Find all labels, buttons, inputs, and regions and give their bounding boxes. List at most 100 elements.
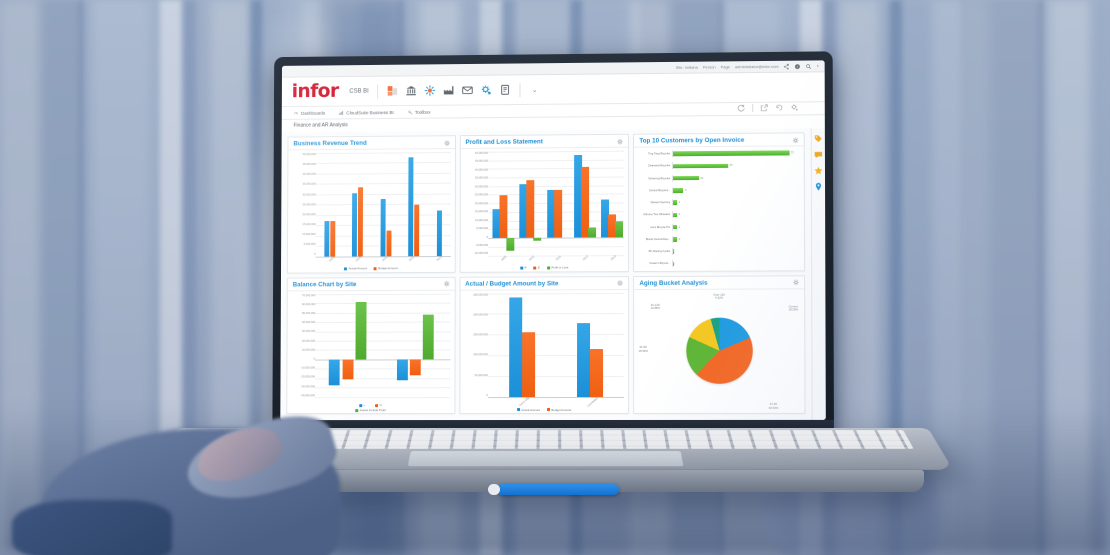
card-actual-budget-amount-by-site[interactable]: Actual / Budget Amount by Site 250,000,0… xyxy=(459,275,630,415)
gear-icon[interactable] xyxy=(617,138,623,144)
site-selector[interactable]: Site: Indiana xyxy=(676,65,698,70)
bar-row[interactable]: Schwinng Bicycles 16 xyxy=(634,173,801,182)
pin-icon[interactable] xyxy=(814,182,823,191)
comment-icon[interactable] xyxy=(814,150,823,159)
export-icon[interactable] xyxy=(760,104,768,112)
bar-row[interactable]: BC Racing Cycles xyxy=(634,247,801,256)
dashboard-grid: Business Revenue Trend 50,000,000 45,000… xyxy=(280,128,812,421)
bar-row[interactable]: Ting Tang Bicycles 73 xyxy=(634,149,801,158)
factory-icon[interactable] xyxy=(444,85,455,96)
sparkle-icon[interactable] xyxy=(425,85,436,96)
settings-icon[interactable] xyxy=(790,103,798,111)
legend-entry[interactable]: R xyxy=(519,266,527,270)
bar-row[interactable]: Ian's Bicycle Pro 2 xyxy=(634,222,801,231)
y-tick: -40,000,000 xyxy=(300,394,315,398)
plot-area xyxy=(315,152,451,258)
card-title-profit-and-loss: Profit and Loss Statement xyxy=(465,138,543,146)
gear-icon[interactable] xyxy=(793,279,799,285)
gear-icon[interactable] xyxy=(444,140,450,146)
gear-icon[interactable] xyxy=(443,281,449,287)
gear-icon[interactable] xyxy=(617,280,624,286)
bar-series-group xyxy=(488,293,625,398)
header-divider-2 xyxy=(519,82,521,97)
bar-group xyxy=(322,294,376,398)
y-tick: 25,000,000 xyxy=(302,203,316,207)
plot-area xyxy=(314,293,451,399)
y-tick: 30,000,000 xyxy=(302,193,316,197)
bar-group xyxy=(577,293,604,398)
toolbar-divider xyxy=(752,103,754,112)
legend-entry[interactable]: Actual Amount xyxy=(344,266,367,270)
legend-entry[interactable]: O xyxy=(375,403,382,407)
bar-group xyxy=(436,152,442,256)
y-axis-labels: 70,000,000 60,000,000 50,000,000 40,000,… xyxy=(289,294,316,398)
chart-legend: Actual Amount Budget Amount xyxy=(460,406,628,413)
pie-label-31-60: 31-60 43.63% xyxy=(768,401,779,410)
bar-group xyxy=(508,293,535,398)
card-business-revenue-trend[interactable]: Business Revenue Trend 50,000,000 45,000… xyxy=(286,135,456,274)
bar-row[interactable]: Foster's Bicycle... xyxy=(634,259,802,268)
nav-item-cloudsuite-business-bi[interactable]: CloudSuite Business BI xyxy=(339,110,394,115)
info-icon[interactable]: i xyxy=(795,63,801,69)
pie-chart[interactable] xyxy=(685,317,753,385)
page-label[interactable]: Page xyxy=(721,64,730,69)
y-tick: 50,000,000 xyxy=(474,151,489,155)
legend-entry[interactable]: Budget Amount xyxy=(373,266,398,270)
apps-grid-icon[interactable] xyxy=(387,85,398,96)
legend-entry[interactable]: Profit or Loss xyxy=(546,265,568,269)
bar-group xyxy=(389,293,443,397)
card-header: Business Revenue Trend xyxy=(288,136,455,151)
chart-profit-and-loss-statement: 50,000,000 45,000,000 40,000,000 35,000,… xyxy=(460,148,628,272)
legend-entry[interactable]: L xyxy=(359,403,365,407)
refresh-icon[interactable] xyxy=(737,104,745,112)
chevron-down-icon[interactable]: ⌄ xyxy=(532,86,538,94)
y-tick: 150,000,000 xyxy=(473,333,488,337)
pie-label-over-120: Over 120 4.32% xyxy=(713,292,725,300)
y-tick: 200,000,000 xyxy=(473,313,489,317)
undo-icon[interactable] xyxy=(775,104,783,112)
photo-scene: Site: Indiana Person Page administrator@… xyxy=(0,0,1110,555)
search-icon[interactable] xyxy=(806,63,812,69)
nav-item-dashboards[interactable]: Dashboards xyxy=(294,110,326,116)
card-top-10-customers-by-open-invoice[interactable]: Top 10 Customers by Open Invoice Ting Ta… xyxy=(633,132,806,272)
chart-actual-budget-by-site: 250,000,000 200,000,000 150,000,000 100,… xyxy=(460,290,628,414)
toolbox-icon xyxy=(407,109,412,114)
bar-row[interactable]: Brand Central Dep... 2 xyxy=(634,235,801,243)
more-icon[interactable]: › xyxy=(817,63,819,69)
bank-icon[interactable] xyxy=(406,85,417,96)
card-profit-and-loss-statement[interactable]: Profit and Loss Statement 50,000,000 45,… xyxy=(459,133,630,273)
y-tick: 35,000,000 xyxy=(302,183,316,187)
legend-entry[interactable]: Budget Amount xyxy=(546,408,571,412)
gear-icon[interactable] xyxy=(793,137,799,143)
mail-icon[interactable] xyxy=(462,85,473,96)
card-balance-chart-by-site[interactable]: Balance Chart by Site 70,000,000 60,000,… xyxy=(286,276,456,415)
card-body: 250,000,000 200,000,000 150,000,000 100,… xyxy=(460,290,628,414)
legend-entry[interactable]: Assets Include Profit xyxy=(355,408,386,412)
dashboard-icon xyxy=(294,110,299,115)
legend-entry[interactable]: Actual Amount xyxy=(516,408,540,412)
y-tick: 20,000,000 xyxy=(301,339,316,343)
nav-label-dashboards: Dashboards xyxy=(300,110,326,116)
bar-row[interactable]: Stewart Sporting 2 xyxy=(634,198,801,207)
bar-series-group xyxy=(488,151,624,256)
settings-gear-icon[interactable] xyxy=(481,84,492,95)
bar-row[interactable]: Gilmore Two Wheelers 2 xyxy=(634,210,801,219)
star-icon[interactable] xyxy=(814,166,823,175)
user-email[interactable]: administrator@infor.com xyxy=(735,64,779,69)
nav-label-cloudsuite: CloudSuite Business BI xyxy=(346,109,394,115)
tag-icon[interactable] xyxy=(814,134,823,143)
chart-icon xyxy=(339,110,344,115)
card-title-business-revenue-trend: Business Revenue Trend xyxy=(293,139,367,148)
trackpad xyxy=(407,451,684,467)
app-name-label: CSB BI xyxy=(349,88,369,95)
card-aging-bucket-analysis[interactable]: Aging Bucket Analysis Current 18.58% 31-… xyxy=(633,274,806,414)
nav-item-toolbox[interactable]: Toolbox xyxy=(407,109,430,114)
bar-series-group xyxy=(315,152,450,257)
share-icon[interactable] xyxy=(783,63,790,69)
document-icon[interactable] xyxy=(500,84,511,95)
bar-row[interactable]: Central Bicycles... 6 xyxy=(634,186,801,194)
person-label[interactable]: Person xyxy=(703,64,716,69)
chart-aging-bucket: Current18.58% 31-6043.63% 61-9019.59% xyxy=(634,289,804,413)
legend-entry[interactable]: E xyxy=(533,266,540,270)
bar-row[interactable]: Clearwest Bicycles 34 xyxy=(634,161,801,170)
